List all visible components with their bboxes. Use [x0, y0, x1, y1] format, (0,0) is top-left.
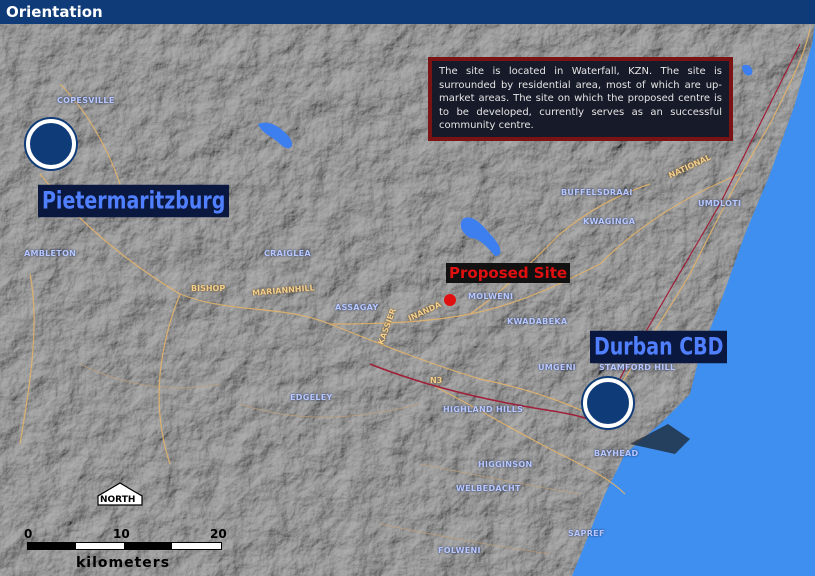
place-ambleton: AMBLETON [24, 249, 77, 258]
place-molweni: MOLWENI [468, 292, 514, 301]
site-description: The site is located in Waterfall, KZN. T… [428, 57, 733, 141]
scale-tick-0: 0 [24, 527, 33, 541]
scale-units: kilometers [76, 555, 171, 571]
proposed-site-dot [444, 294, 456, 306]
place-welbedacht: WELBEDACHT [456, 484, 521, 493]
place-highland-hills: HIGHLAND HILLS [443, 405, 524, 414]
proposed-site-label: Proposed Site [446, 263, 571, 283]
place-folweni: FOLWENI [438, 546, 481, 555]
place-kwadabeka: KWADABEKA [507, 317, 568, 326]
scale-tick-20: 20 [210, 527, 227, 541]
place-copesville: COPESVILLE [57, 96, 115, 105]
road-bishop: BISHOP [191, 284, 226, 293]
place-stamford-hill: STAMFORD HILL [599, 363, 676, 372]
scale-tick-10: 10 [113, 527, 130, 541]
city-label-pietermaritzburg: Pietermaritzburg [38, 184, 230, 218]
place-sapref: SAPREF [568, 529, 605, 538]
pietermaritzburg-marker [26, 119, 76, 169]
place-assagay: ASSAGAY [335, 303, 379, 312]
place-umgeni: UMGENI [538, 363, 576, 372]
place-kwaginga: KWAGINGA [583, 217, 636, 226]
city-label-durban: Durban CBD [590, 330, 728, 364]
place-higginson: HIGGINSON [478, 460, 533, 469]
north-label: NORTH [100, 495, 136, 505]
place-bayhead: BAYHEAD [594, 449, 639, 458]
durban-marker [583, 378, 633, 428]
place-umdloti: UMDLOTI [698, 199, 742, 208]
place-buffelsdraai: BUFFELSDRAAI [561, 188, 633, 197]
road-n3: N3 [430, 376, 443, 385]
window-title: Orientation [0, 0, 815, 24]
place-edgeley: EDGELEY [290, 393, 333, 402]
scale-bar [27, 542, 222, 550]
place-craiglea: CRAIGLEA [264, 249, 311, 258]
